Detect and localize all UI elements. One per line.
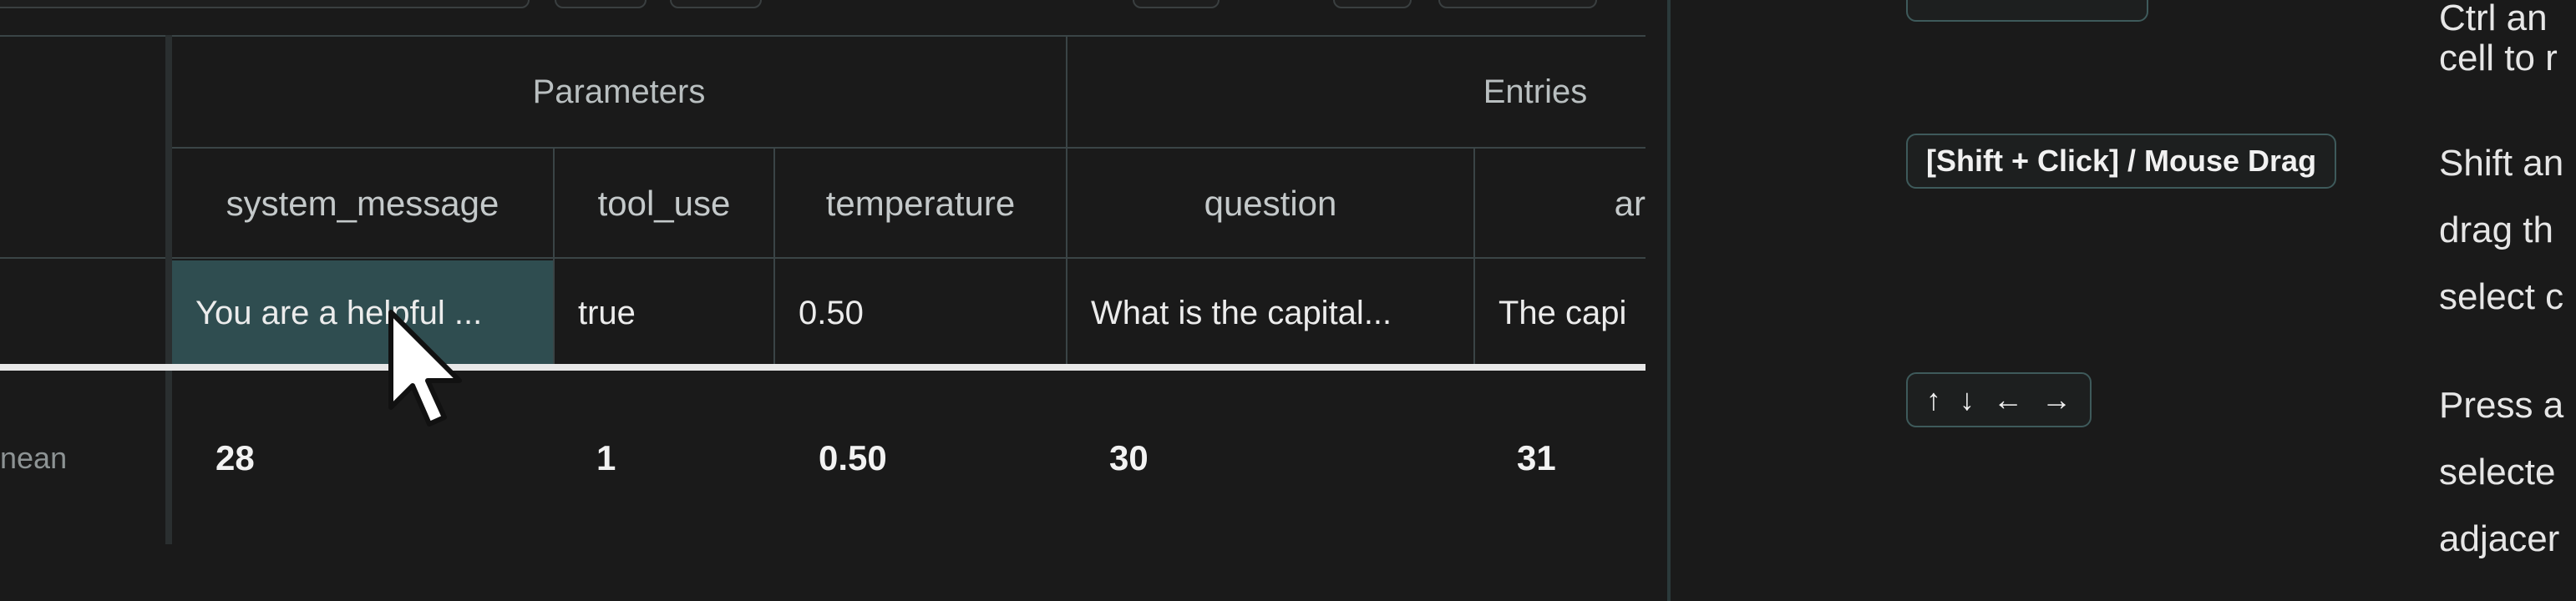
stat-temperature: 0.50 bbox=[819, 438, 887, 477]
arrow-left-icon: ← bbox=[1993, 382, 2023, 417]
shortcut-badge-top bbox=[1906, 0, 2148, 22]
toolbar-button[interactable] bbox=[1133, 0, 1220, 8]
column-header-temperature[interactable]: temperature bbox=[775, 150, 1066, 257]
column-header-tool-use[interactable]: tool_use bbox=[555, 150, 773, 257]
group-header-parameters[interactable]: Parameters bbox=[172, 37, 1066, 147]
stat-tool-use: 1 bbox=[596, 438, 616, 477]
toolbar-search-field[interactable] bbox=[0, 0, 530, 8]
stats-row: nean 28 1 0.50 30 31 bbox=[0, 372, 1645, 544]
help-text-arrows-2: selecte bbox=[2439, 452, 2556, 492]
cell-answer[interactable]: The capi bbox=[1475, 260, 1645, 366]
arrow-up-icon: ↑ bbox=[1926, 382, 1941, 417]
toolbar-button[interactable] bbox=[555, 0, 647, 8]
spreadsheet-pane: Parameters Entries system_message tool_u… bbox=[0, 0, 1667, 601]
toolbar-button[interactable] bbox=[1438, 0, 1597, 8]
cell-temperature[interactable]: 0.50 bbox=[775, 260, 1066, 366]
toolbar-button[interactable] bbox=[670, 0, 762, 8]
toolbar-button[interactable] bbox=[1333, 0, 1412, 8]
help-text-shift-click-1: Shift an bbox=[2439, 143, 2564, 184]
table-row: You are a helpful ... true 0.50 What is … bbox=[0, 260, 1645, 366]
stat-question: 30 bbox=[1109, 438, 1149, 477]
mouse-cursor-icon bbox=[388, 310, 462, 427]
cell-question[interactable]: What is the capital... bbox=[1067, 260, 1473, 366]
column-header-row: system_message tool_use temperature ques… bbox=[0, 150, 1645, 257]
help-text-shift-click-2: drag th bbox=[2439, 210, 2553, 250]
stat-answer: 31 bbox=[1517, 438, 1556, 477]
grid-line bbox=[172, 147, 1645, 149]
stat-label-mean: nean bbox=[0, 441, 68, 475]
column-header-answer[interactable]: ar bbox=[1475, 150, 1645, 257]
shortcut-badge-arrows: ↑ ↓ ← → bbox=[1906, 372, 2092, 427]
help-text-arrows-3: adjacer bbox=[2439, 518, 2560, 559]
column-header-system-message[interactable]: system_message bbox=[172, 150, 553, 257]
cell-system-message[interactable]: You are a helpful ... bbox=[172, 260, 553, 366]
column-header-question[interactable]: question bbox=[1067, 150, 1473, 257]
grid-line bbox=[0, 257, 1645, 259]
row-separator bbox=[0, 364, 1645, 371]
help-text-top-2: cell to r bbox=[2439, 38, 2558, 78]
arrow-down-icon: ↓ bbox=[1960, 382, 1975, 417]
stat-system-message: 28 bbox=[216, 438, 255, 477]
arrow-right-icon: → bbox=[2041, 382, 2071, 417]
cell-tool-use[interactable]: true bbox=[555, 260, 773, 366]
help-text-shift-click-3: select c bbox=[2439, 276, 2564, 317]
help-text-arrows-1: Press a bbox=[2439, 385, 2564, 426]
group-header-entries[interactable]: Entries bbox=[1067, 37, 1667, 147]
shortcut-badge-shift-click: [Shift + Click] / Mouse Drag bbox=[1906, 134, 2337, 189]
